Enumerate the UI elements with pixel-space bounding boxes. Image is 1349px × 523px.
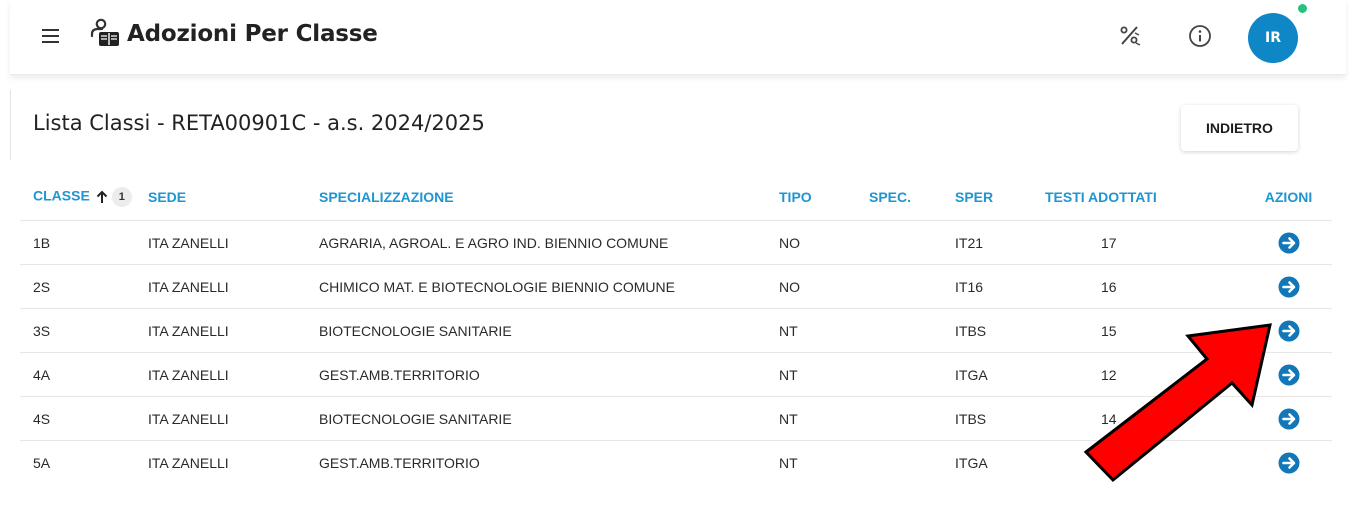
cell-testi bbox=[1045, 441, 1245, 485]
cell-tipo: NT bbox=[779, 454, 798, 471]
table-header-row: CLASSE 1 SEDE SPECIALIZZAZIONE TIPO SPEC.… bbox=[20, 174, 1332, 221]
cell-tipo: NO bbox=[779, 264, 869, 309]
column-header-tipo[interactable]: TIPO bbox=[779, 174, 869, 221]
arrow-right-circle-icon[interactable] bbox=[1278, 276, 1300, 298]
cell-testi: 16 bbox=[1045, 264, 1245, 309]
cell-testi: 14 bbox=[1045, 396, 1245, 441]
cell-tipo: NT bbox=[779, 352, 869, 397]
table-row: 1B ITA ZANELLI AGRARIA, AGROAL. E AGRO IND… bbox=[20, 220, 1332, 265]
cell-spec bbox=[869, 352, 955, 397]
cell-classe: 5A bbox=[33, 454, 51, 471]
cell-testi: 17 bbox=[1045, 220, 1245, 265]
cell-tipo: NT bbox=[779, 308, 869, 353]
hamburger-menu-icon[interactable] bbox=[40, 23, 64, 47]
cell-classe: 4S bbox=[20, 396, 148, 441]
cell-sper: ITGA bbox=[955, 352, 1045, 397]
content-divider bbox=[10, 90, 11, 160]
app-header: Adozioni Per Classe IR bbox=[10, 0, 1346, 75]
column-header-testi-adottati[interactable]: TESTI ADOTTATI bbox=[1045, 174, 1245, 221]
app-title: Adozioni Per Classe bbox=[127, 21, 378, 47]
cell-spec bbox=[869, 220, 955, 265]
cell-azioni bbox=[1245, 264, 1332, 309]
arrow-right-circle-icon[interactable] bbox=[1278, 364, 1300, 386]
cell-classe: 3S bbox=[20, 308, 148, 353]
table-row: 5A ITA ZANELLI GEST.AMB.TERRITORIO NT ITGA bbox=[20, 441, 1332, 485]
table-row: 4S ITA ZANELLI BIOTECNOLOGIE SANITARIE NT IT… bbox=[20, 396, 1332, 441]
cell-specializzazione: GEST.AMB.TERRITORIO bbox=[319, 352, 779, 397]
arrow-right-circle-icon[interactable] bbox=[1278, 408, 1300, 430]
cell-classe: 1B bbox=[20, 220, 148, 265]
back-button[interactable]: INDIETRO bbox=[1181, 105, 1298, 151]
cell-azioni bbox=[1245, 441, 1332, 485]
page-title: Lista Classi - RETA00901C - a.s. 2024/20… bbox=[33, 111, 485, 135]
cell-spec bbox=[869, 396, 955, 441]
cell-specializzazione: GEST.AMB.TERRITORIO bbox=[319, 454, 480, 471]
cell-azioni bbox=[1245, 352, 1332, 397]
cell-sede: ITA ZANELLI bbox=[148, 308, 319, 353]
arrow-right-circle-icon[interactable] bbox=[1278, 232, 1300, 254]
cell-azioni bbox=[1245, 220, 1332, 265]
cell-specializzazione: BIOTECNOLOGIE SANITARIE bbox=[319, 308, 779, 353]
cell-sede: ITA ZANELLI bbox=[148, 220, 319, 265]
cell-sede: ITA ZANELLI bbox=[148, 454, 229, 471]
percent-tool-icon[interactable] bbox=[1117, 23, 1143, 49]
column-header-spec[interactable]: SPEC. bbox=[869, 174, 955, 221]
table-row: 4A ITA ZANELLI GEST.AMB.TERRITORIO NT ITGA 12 bbox=[20, 352, 1332, 397]
cell-azioni bbox=[1245, 396, 1332, 441]
table-row: 3S ITA ZANELLI BIOTECNOLOGIE SANITARIE NT IT… bbox=[20, 308, 1332, 353]
column-header-classe[interactable]: CLASSE 1 bbox=[20, 174, 148, 221]
cell-spec bbox=[869, 441, 955, 485]
cell-spec bbox=[869, 308, 955, 353]
cell-sede: ITA ZANELLI bbox=[148, 396, 319, 441]
cell-azioni bbox=[1245, 308, 1332, 353]
user-avatar[interactable]: IR bbox=[1248, 13, 1298, 63]
cell-classe: 4A bbox=[20, 352, 148, 397]
cell-testi: 15 bbox=[1045, 308, 1245, 353]
table-row: 2S ITA ZANELLI CHIMICO MAT. E BIOTECNOLOGI… bbox=[20, 264, 1332, 309]
info-icon[interactable] bbox=[1187, 23, 1213, 49]
column-header-label: CLASSE bbox=[33, 187, 90, 204]
arrow-right-circle-icon[interactable] bbox=[1278, 452, 1300, 474]
cell-sper: IT21 bbox=[955, 220, 1045, 265]
column-header-sper[interactable]: SPER bbox=[955, 174, 1045, 221]
cell-tipo: NT bbox=[779, 396, 869, 441]
online-status-dot bbox=[1297, 3, 1308, 14]
cell-sede: ITA ZANELLI bbox=[148, 352, 319, 397]
cell-specializzazione: BIOTECNOLOGIE SANITARIE bbox=[319, 396, 779, 441]
cell-sede: ITA ZANELLI bbox=[148, 264, 319, 309]
arrow-right-circle-icon[interactable] bbox=[1278, 320, 1300, 342]
teacher-book-icon bbox=[90, 18, 119, 46]
column-header-sede[interactable]: SEDE bbox=[148, 174, 319, 221]
column-header-specializzazione[interactable]: SPECIALIZZAZIONE bbox=[319, 174, 779, 221]
classes-table: CLASSE 1 SEDE SPECIALIZZAZIONE TIPO SPEC.… bbox=[20, 174, 1332, 484]
cell-sper: ITGA bbox=[955, 454, 988, 471]
cell-spec bbox=[869, 264, 955, 309]
sort-order-badge: 1 bbox=[111, 187, 132, 207]
sort-ascending-icon[interactable] bbox=[96, 190, 108, 204]
cell-sper: ITBS bbox=[955, 396, 1045, 441]
cell-testi: 12 bbox=[1045, 352, 1245, 397]
column-header-azioni: AZIONI bbox=[1245, 174, 1332, 221]
cell-sper: IT16 bbox=[955, 264, 1045, 309]
cell-tipo: NO bbox=[779, 220, 869, 265]
cell-specializzazione: CHIMICO MAT. E BIOTECNOLOGIE BIENNIO COM… bbox=[319, 264, 779, 309]
cell-sper: ITBS bbox=[955, 308, 1045, 353]
cell-specializzazione: AGRARIA, AGROAL. E AGRO IND. BIENNIO COM… bbox=[319, 220, 779, 265]
cell-classe: 2S bbox=[20, 264, 148, 309]
